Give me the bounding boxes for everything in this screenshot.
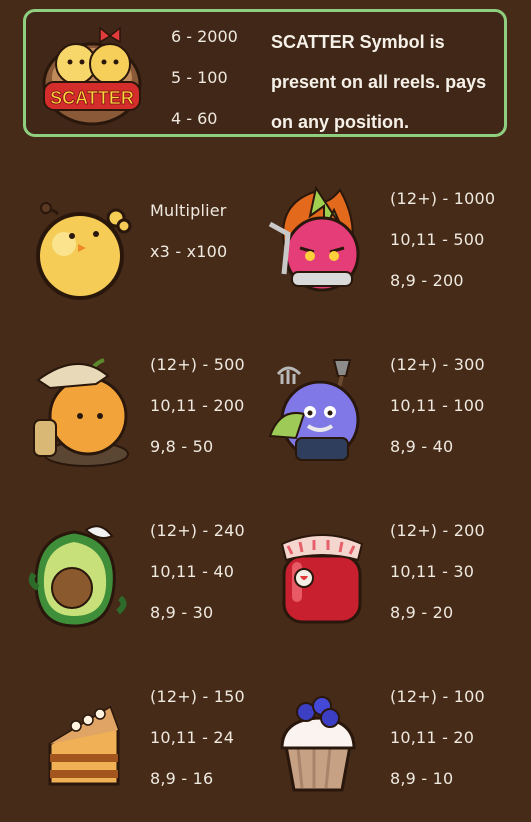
scatter-pay-line: 6 - 2000 — [171, 27, 238, 46]
symbol-pay-line: 10,11 - 500 — [390, 230, 485, 249]
symbol-cell-avocado: (12+) - 240 10,11 - 40 8,9 - 30 — [24, 516, 274, 656]
symbol-paytable: (12+) - 100 10,11 - 20 8,9 - 10 — [390, 686, 485, 809]
avocado-icon — [24, 516, 132, 628]
symbol-pay-line: 8,9 - 200 — [390, 271, 464, 290]
symbol-pay-line: 10,11 - 200 — [150, 396, 245, 415]
symbol-pay-line: 8,9 - 16 — [150, 769, 214, 788]
scatter-symbol-icon: SCATTER — [38, 20, 146, 132]
symbol-paytable: (12+) - 1000 10,11 - 500 8,9 - 200 — [390, 188, 495, 311]
symbol-pay-line: 10,11 - 100 — [390, 396, 485, 415]
symbol-pay-line: 10,11 - 20 — [390, 728, 475, 747]
symbol-pay-line: (12+) - 150 — [150, 687, 245, 706]
symbol-pay-line: 8,9 - 10 — [390, 769, 454, 788]
symbol-pay-line: 10,11 - 30 — [390, 562, 475, 581]
symbol-pay-line: (12+) - 300 — [390, 355, 485, 374]
symbol-pay-line: 9,8 - 50 — [150, 437, 214, 456]
dragon-fruit-monster-icon — [264, 184, 372, 294]
scatter-description-line: present on all reels. pays — [271, 72, 487, 92]
cake-slice-icon — [24, 682, 132, 792]
scatter-pay-line: 5 - 100 — [171, 68, 228, 87]
symbol-pay-line: 8,9 - 30 — [150, 603, 214, 622]
symbol-cell-multiplier: Multiplier x3 - x100 — [24, 196, 274, 336]
symbol-cell-dragon-fruit: (12+) - 1000 10,11 - 500 8,9 - 200 — [264, 184, 514, 324]
symbol-pay-line: (12+) - 240 — [150, 521, 245, 540]
symbol-pay-line: (12+) - 500 — [150, 355, 245, 374]
scatter-info-panel: SCATTER 6 - 2000 5 - 100 4 - 60 SCATTER … — [23, 9, 507, 137]
symbol-cell-jam: (12+) - 200 10,11 - 30 8,9 - 20 — [264, 516, 514, 656]
scatter-pay-line: 4 - 60 — [171, 109, 218, 128]
scatter-logo-text: SCATTER — [50, 88, 134, 108]
symbol-cell-cake: (12+) - 150 10,11 - 24 8,9 - 16 — [24, 682, 274, 822]
scatter-description-line: SCATTER Symbol is — [271, 32, 445, 52]
symbol-pay-line: 8,9 - 40 — [390, 437, 454, 456]
symbol-paytable: (12+) - 240 10,11 - 40 8,9 - 30 — [150, 520, 245, 643]
symbol-cell-onion: (12+) - 500 10,11 - 200 9,8 - 50 — [24, 350, 274, 490]
symbol-pay-line: 8,9 - 20 — [390, 603, 454, 622]
symbol-paytable: Multiplier x3 - x100 — [150, 200, 227, 282]
blueberry-farmer-icon — [264, 350, 372, 461]
scatter-description: SCATTER Symbol is present on all reels. … — [271, 22, 503, 142]
symbol-pay-line: x3 - x100 — [150, 242, 228, 261]
symbol-pay-line: 10,11 - 24 — [150, 728, 235, 747]
symbol-pay-line: 10,11 - 40 — [150, 562, 235, 581]
symbol-pay-line: (12+) - 1000 — [390, 189, 496, 208]
symbol-paytable: (12+) - 300 10,11 - 100 8,9 - 40 — [390, 354, 485, 477]
symbol-paytable: (12+) - 150 10,11 - 24 8,9 - 16 — [150, 686, 245, 809]
scatter-paytable: 6 - 2000 5 - 100 4 - 60 — [171, 26, 238, 149]
symbol-pay-line: (12+) - 200 — [390, 521, 485, 540]
scatter-description-line: on any position. — [271, 112, 409, 132]
symbol-paytable: (12+) - 200 10,11 - 30 8,9 - 20 — [390, 520, 485, 643]
symbol-paytable: (12+) - 500 10,11 - 200 9,8 - 50 — [150, 354, 245, 477]
symbol-cell-cupcake: (12+) - 100 10,11 - 20 8,9 - 10 — [264, 682, 514, 822]
chick-bomb-multiplier-icon — [24, 196, 132, 306]
symbol-pay-line: (12+) - 100 — [390, 687, 485, 706]
blueberry-cupcake-icon — [264, 682, 372, 792]
symbol-cell-blueberry: (12+) - 300 10,11 - 100 8,9 - 40 — [264, 350, 514, 490]
onion-chick-farmer-icon — [24, 350, 132, 467]
symbol-pay-line: Multiplier — [150, 201, 227, 220]
strawberry-jam-jar-icon — [264, 516, 372, 626]
